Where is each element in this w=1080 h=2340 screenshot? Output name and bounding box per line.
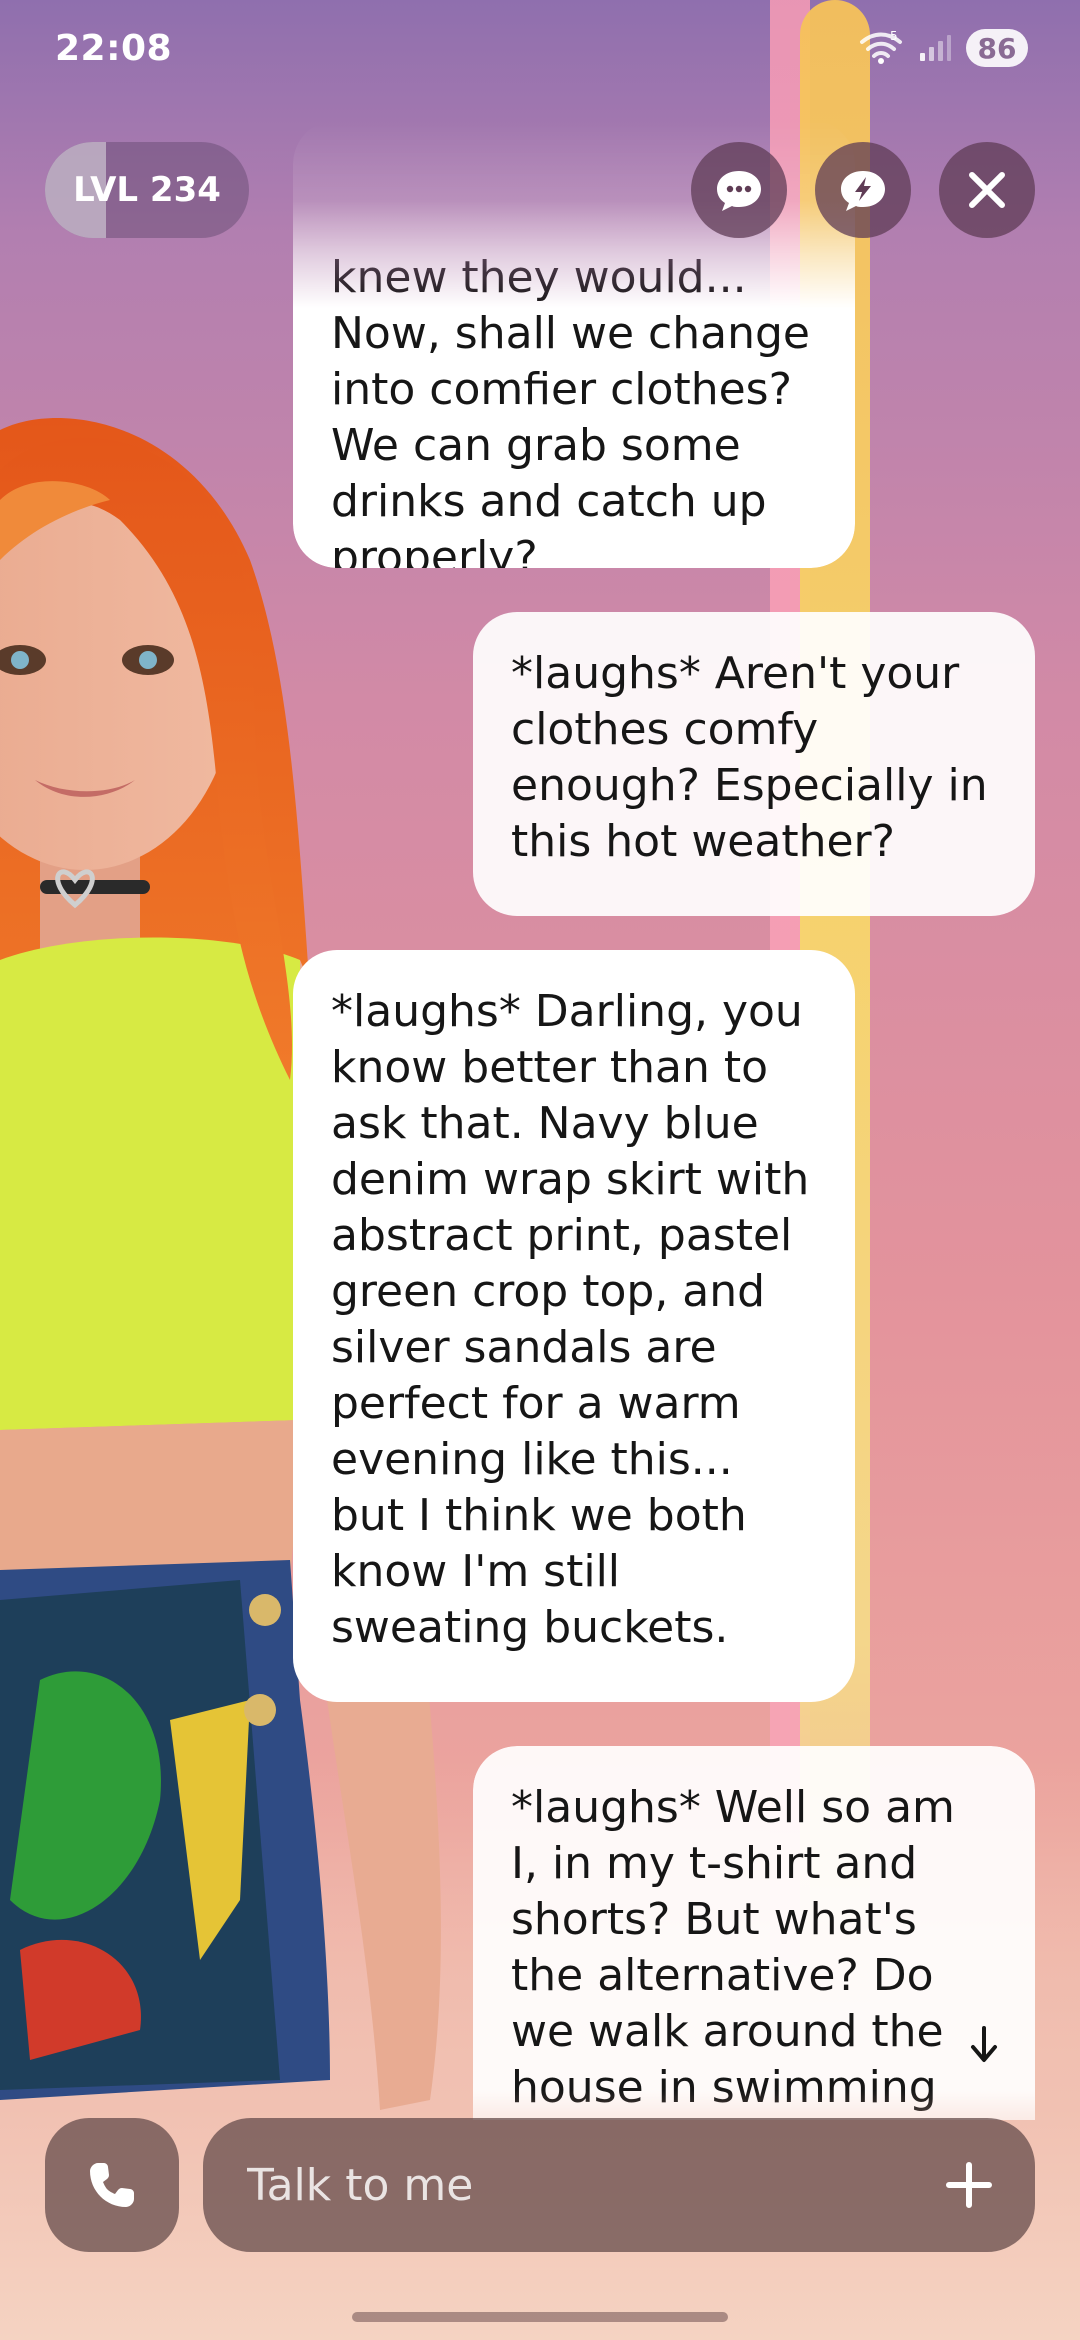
plus-icon	[946, 2162, 992, 2208]
level-badge[interactable]: LVL 234	[45, 142, 249, 238]
chat-bubble-dots-icon	[717, 171, 761, 211]
chat-mode-button[interactable]	[691, 142, 787, 238]
add-attachment-button[interactable]	[939, 2155, 999, 2215]
message-text: *laughs* Aren't your clothes comfy enoug…	[511, 648, 988, 867]
phone-icon	[90, 2163, 134, 2207]
level-prefix: LVL	[73, 170, 139, 210]
boost-button[interactable]	[815, 142, 911, 238]
scroll-to-bottom-button[interactable]	[962, 2020, 1006, 2070]
level-label: LVL 234	[73, 170, 221, 210]
message-composer[interactable]	[203, 2118, 1035, 2252]
message-text: knew they would... Now, shall we change …	[331, 252, 810, 583]
chat-transcript[interactable]: knew they would... Now, shall we change …	[0, 0, 1080, 2120]
home-indicator[interactable]	[352, 2312, 728, 2322]
call-button[interactable]	[45, 2118, 179, 2252]
arrow-down-icon	[971, 2026, 997, 2062]
message-input[interactable]	[247, 2159, 939, 2211]
lightning-bubble-icon	[841, 171, 885, 211]
message-avatar-2: *laughs* Darling, you know better than t…	[293, 950, 855, 1702]
close-icon	[969, 172, 1005, 208]
message-user-2: *laughs* Well so am I, in my t-shirt and…	[473, 1746, 1035, 2120]
message-user-1: *laughs* Aren't your clothes comfy enoug…	[473, 612, 1035, 916]
level-number: 234	[149, 170, 221, 210]
message-text: *laughs* Well so am I, in my t-shirt and…	[511, 1782, 955, 2113]
close-button[interactable]	[939, 142, 1035, 238]
message-text: *laughs* Darling, you know better than t…	[331, 986, 810, 1653]
